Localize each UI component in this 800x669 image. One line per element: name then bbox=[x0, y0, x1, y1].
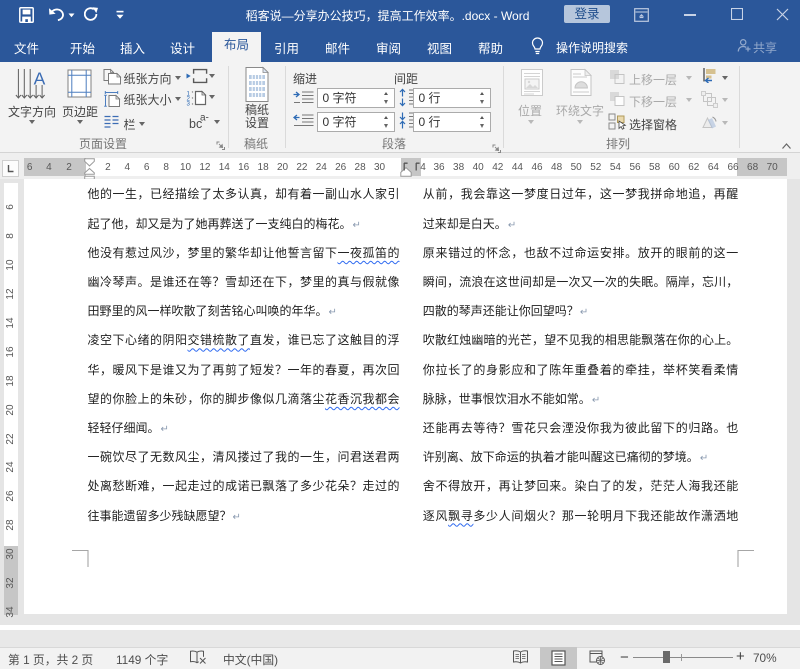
svg-text:a-: a- bbox=[200, 113, 209, 124]
svg-text:A: A bbox=[34, 69, 46, 89]
svg-text:3: 3 bbox=[187, 101, 191, 107]
